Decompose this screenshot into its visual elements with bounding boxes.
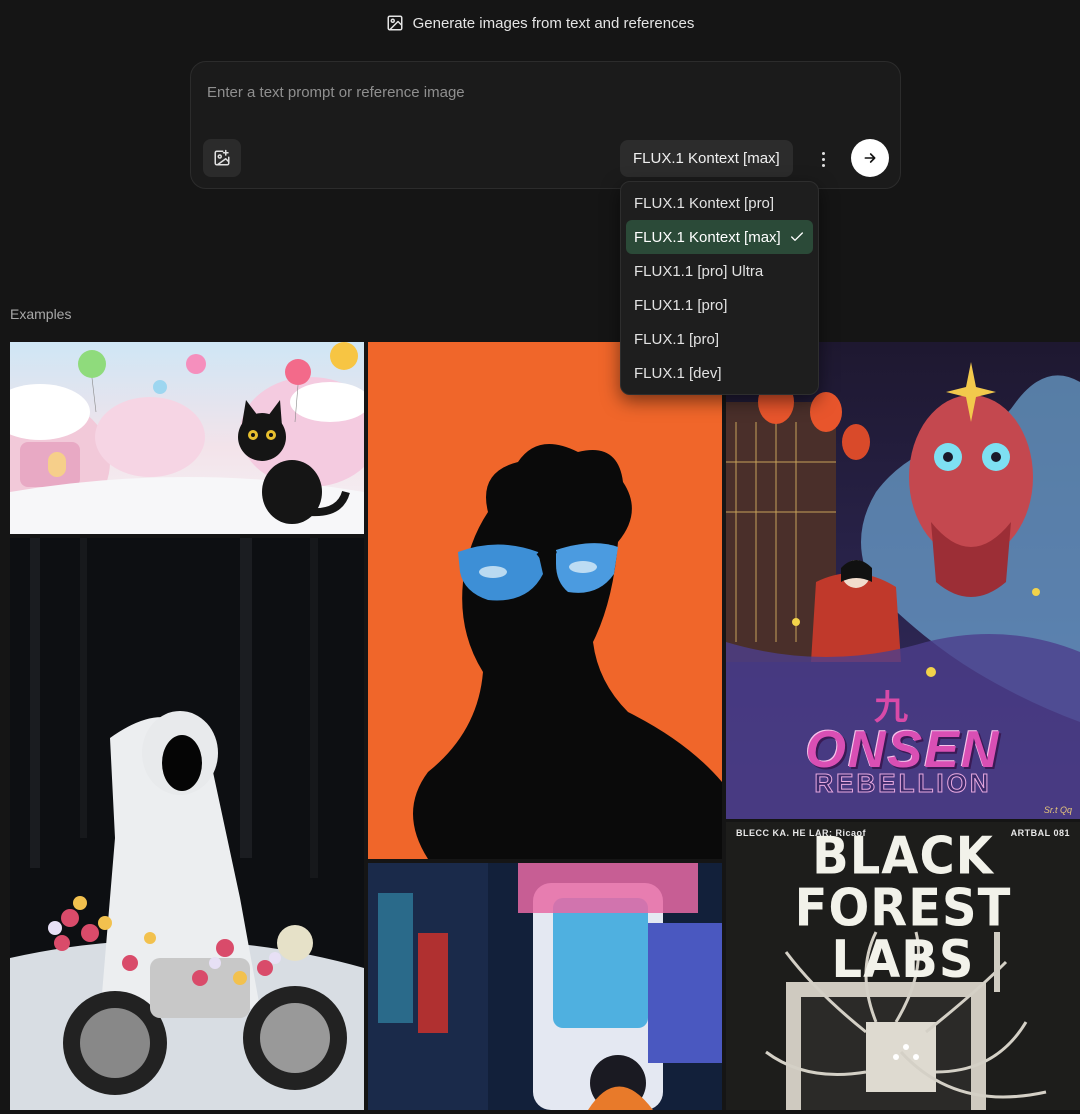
model-dropdown: FLUX.1 Kontext [pro] FLUX.1 Kontext [max… xyxy=(620,181,819,395)
model-option-flux1-dev[interactable]: FLUX.1 [dev] xyxy=(626,356,813,390)
page-header: Generate images from text and references xyxy=(0,14,1080,32)
onsen-poster-subtitle: REBELLION xyxy=(814,768,992,799)
model-option-kontext-pro[interactable]: FLUX.1 Kontext [pro] xyxy=(626,186,813,220)
page: Generate images from text and references… xyxy=(0,0,1080,1114)
example-image-silhouette[interactable] xyxy=(368,342,722,859)
onsen-poster-signature: Sr.t Qq xyxy=(1043,805,1072,815)
model-option-kontext-max[interactable]: FLUX.1 Kontext [max] xyxy=(626,220,813,254)
example-image-ghost-motorcycle[interactable] xyxy=(10,538,364,1110)
prompt-input[interactable] xyxy=(207,80,867,104)
model-option-flux11-pro[interactable]: FLUX1.1 [pro] xyxy=(626,288,813,322)
more-options-button[interactable] xyxy=(811,145,835,173)
model-option-flux1-pro[interactable]: FLUX.1 [pro] xyxy=(626,322,813,356)
check-icon xyxy=(789,229,805,245)
image-icon xyxy=(386,14,404,32)
model-option-flux11-pro-ultra[interactable]: FLUX1.1 [pro] Ultra xyxy=(626,254,813,288)
example-image-arcade[interactable] xyxy=(368,863,722,1110)
examples-heading: Examples xyxy=(10,306,72,322)
page-title: Generate images from text and references xyxy=(412,14,695,32)
example-image-bfl-poster[interactable]: BLECC KA. HE LAR: Ricaof ARTBAL 081 BLAC… xyxy=(726,822,1080,1110)
more-vertical-icon xyxy=(821,151,825,155)
arrow-right-icon xyxy=(862,150,878,166)
model-select-button[interactable]: FLUX.1 Kontext [max] xyxy=(620,140,793,177)
send-button[interactable] xyxy=(851,139,889,177)
example-image-onsen-poster[interactable]: 九 ONSEN REBELLION Sr.t Qq xyxy=(726,342,1080,819)
bfl-poster-title: BLACK FOREST LABS xyxy=(794,825,1012,991)
example-image-cat[interactable] xyxy=(10,342,364,534)
prompt-box: FLUX.1 Kontext [max] xyxy=(190,61,901,189)
image-plus-icon xyxy=(213,149,231,167)
upload-image-button[interactable] xyxy=(203,139,241,177)
